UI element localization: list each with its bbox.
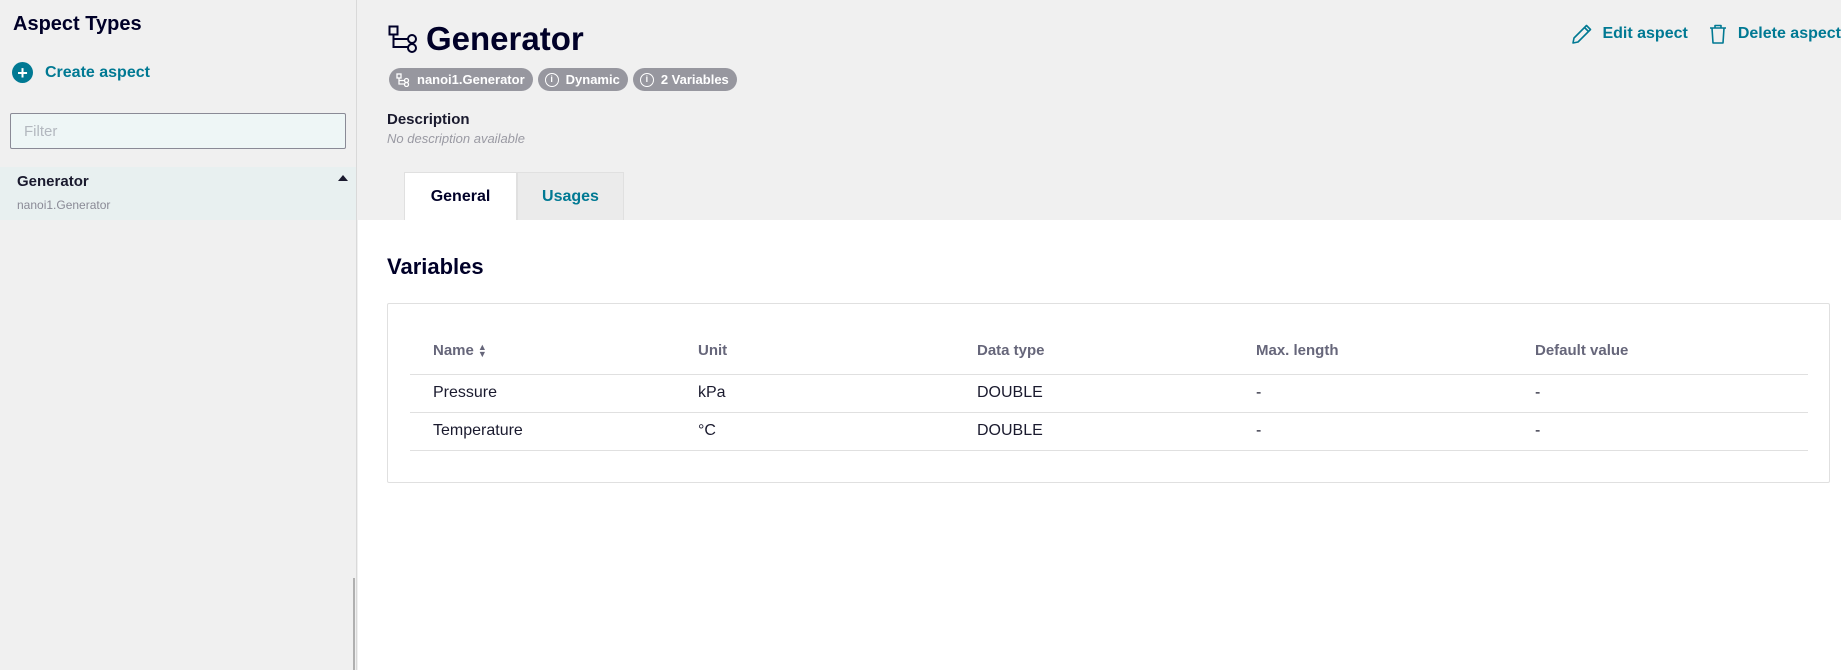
pencil-icon — [1572, 24, 1592, 44]
column-header-default-value: Default value — [1512, 327, 1808, 375]
table-header-row: Name ▲ ▼ Unit Data type Max. length Defaul… — [410, 327, 1808, 375]
sidebar-item-subtitle: nanoi1.Generator — [17, 198, 111, 212]
sidebar-title: Aspect Types — [13, 13, 142, 35]
trash-icon — [1709, 24, 1726, 44]
sidebar-item-name: Generator — [17, 173, 89, 190]
info-icon: i — [544, 72, 559, 87]
create-aspect-button[interactable]: + Create aspect — [12, 62, 150, 83]
page-title: Generator — [426, 20, 584, 57]
hierarchy-icon — [396, 72, 410, 87]
cell-name: Pressure — [410, 374, 675, 413]
sidebar-item-generator[interactable]: Generator nanoi1.Generator — [0, 167, 356, 220]
column-header-data-type: Data type — [954, 327, 1233, 375]
delete-aspect-button[interactable]: Delete aspect — [1706, 22, 1841, 46]
sort-icon[interactable]: ▲ ▼ — [478, 342, 487, 358]
category-badge: i Dynamic — [537, 68, 628, 91]
collapse-caret-icon[interactable] — [338, 175, 348, 181]
column-header-unit: Unit — [675, 327, 954, 375]
variables-title: Variables — [387, 254, 484, 279]
description-value: No description available — [387, 131, 526, 146]
cell-data-type: DOUBLE — [954, 412, 1233, 451]
tab-usages[interactable]: Usages — [517, 172, 624, 221]
plus-icon: + — [12, 62, 33, 83]
badge-list: nanoi1.Generator i Dynamic i 2 Variables — [389, 68, 737, 91]
hierarchy-icon — [388, 25, 417, 53]
namespace-badge: nanoi1.Generator — [389, 68, 533, 91]
table-row: Pressure kPa DOUBLE - - — [410, 374, 1808, 413]
cell-unit: °C — [675, 412, 954, 451]
cell-default-value: - — [1512, 412, 1808, 451]
tab-general[interactable]: General — [404, 172, 517, 221]
category-badge-label: Dynamic — [565, 72, 620, 87]
delete-aspect-label: Delete aspect — [1737, 25, 1841, 42]
variables-card: Name ▲ ▼ Unit Data type Max. length Defaul… — [387, 303, 1830, 483]
cell-max-length: - — [1233, 374, 1512, 413]
cell-max-length: - — [1233, 412, 1512, 451]
main-content: Variables Name ▲ ▼ Unit Data type Max. len… — [358, 220, 1841, 670]
cell-unit: kPa — [675, 374, 954, 413]
header-actions: Edit aspect Delete aspect — [1570, 22, 1841, 46]
variables-table: Name ▲ ▼ Unit Data type Max. length Defaul… — [410, 327, 1808, 451]
column-header-name[interactable]: Name ▲ ▼ — [410, 327, 675, 375]
column-header-name-label: Name — [433, 341, 474, 359]
filter-input[interactable] — [10, 113, 346, 149]
column-header-max-length: Max. length — [1233, 327, 1512, 375]
variables-count-badge: i 2 Variables — [632, 68, 737, 91]
cell-name: Temperature — [410, 412, 675, 451]
description-label: Description — [387, 111, 470, 128]
table-row: Temperature °C DOUBLE - - — [410, 412, 1808, 451]
sidebar-scrollbar[interactable] — [353, 578, 355, 670]
edit-aspect-label: Edit aspect — [1602, 25, 1688, 42]
sidebar: Aspect Types + Create aspect Generator n… — [0, 0, 357, 670]
cell-data-type: DOUBLE — [954, 374, 1233, 413]
namespace-badge-label: nanoi1.Generator — [417, 72, 525, 87]
info-icon: i — [639, 72, 654, 87]
edit-aspect-button[interactable]: Edit aspect — [1570, 22, 1688, 46]
variables-count-badge-label: 2 Variables — [660, 72, 729, 87]
create-aspect-label: Create aspect — [45, 63, 150, 81]
cell-default-value: - — [1512, 374, 1808, 413]
tab-bar: General Usages — [404, 172, 624, 221]
